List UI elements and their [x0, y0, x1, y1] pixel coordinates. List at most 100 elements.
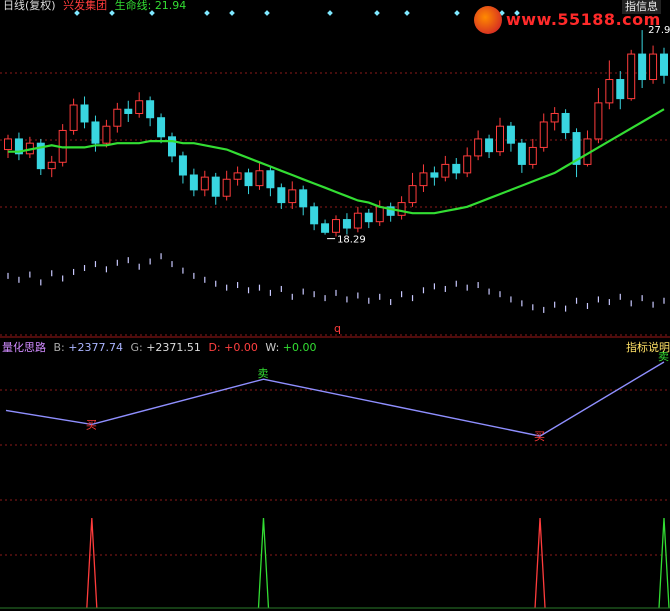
candle-body: [342, 219, 351, 229]
candle-body: [528, 146, 537, 165]
period-label[interactable]: 日线(复权): [3, 0, 56, 12]
candle[interactable]: [419, 164, 428, 192]
stock-name[interactable]: 兴发集团: [63, 0, 107, 12]
candle[interactable]: [649, 45, 658, 84]
candle-body: [605, 79, 614, 104]
candle[interactable]: [430, 166, 439, 186]
candle[interactable]: [157, 113, 166, 144]
candle[interactable]: [58, 124, 67, 167]
candle[interactable]: [528, 138, 537, 169]
w-label: W:: [265, 341, 280, 354]
watermark-badge: 指信息: [622, 0, 661, 14]
candle[interactable]: [321, 219, 330, 235]
indicator-doc-link[interactable]: 指标说明: [626, 339, 670, 355]
indicator-name[interactable]: 量化思路: [2, 341, 46, 354]
candle[interactable]: [200, 170, 209, 197]
indicator-panel[interactable]: 买卖买卖: [0, 350, 670, 609]
candle[interactable]: [638, 30, 647, 89]
signal-spike: [658, 517, 670, 609]
candle[interactable]: [496, 117, 504, 156]
sell-label: 卖: [257, 367, 268, 380]
signal-diamond: [454, 10, 460, 16]
candle[interactable]: [124, 100, 133, 122]
candle[interactable]: [474, 130, 483, 161]
candle-body: [255, 170, 264, 187]
candle[interactable]: [408, 172, 417, 207]
candle[interactable]: [386, 202, 395, 222]
candle[interactable]: [80, 96, 89, 129]
candle[interactable]: [539, 113, 548, 152]
candle-body: [485, 138, 494, 153]
candle[interactable]: [69, 98, 78, 135]
candle[interactable]: [660, 47, 668, 84]
candle[interactable]: [397, 196, 406, 220]
candle[interactable]: [4, 134, 12, 159]
candle[interactable]: [463, 147, 472, 178]
candle[interactable]: [550, 107, 559, 131]
candle-body: [496, 125, 504, 153]
candle[interactable]: [47, 155, 56, 178]
candle[interactable]: [572, 128, 581, 178]
chart-canvas[interactable]: 27.9318.29q 买卖买卖: [0, 0, 670, 611]
candle[interactable]: [583, 130, 592, 167]
candle-body: [616, 79, 625, 100]
candle[interactable]: [605, 60, 614, 110]
candle[interactable]: [102, 119, 111, 148]
candle[interactable]: [222, 170, 231, 201]
site-logo-icon: [474, 6, 502, 34]
candle[interactable]: [233, 166, 242, 186]
candle[interactable]: [14, 132, 23, 161]
candle[interactable]: [178, 151, 187, 184]
candle-body: [157, 117, 166, 138]
candle-body: [627, 53, 636, 100]
candle[interactable]: [364, 208, 373, 229]
ma-value: 21.94: [154, 0, 187, 12]
candle[interactable]: [310, 202, 319, 231]
candle[interactable]: [441, 155, 450, 182]
candle[interactable]: [353, 206, 362, 233]
candle[interactable]: [277, 183, 286, 209]
candle[interactable]: [36, 138, 45, 176]
candle[interactable]: [452, 158, 461, 180]
candle[interactable]: [616, 71, 625, 110]
b-value: +2377.74: [68, 341, 123, 354]
candle[interactable]: [168, 132, 176, 163]
candle-body: [310, 206, 319, 225]
indicator-header: 量化思路 B: +2377.74 G: +2371.51 D: +0.00 W:…: [2, 339, 317, 355]
candle[interactable]: [189, 168, 198, 197]
candle-body: [375, 206, 384, 223]
candle[interactable]: [135, 92, 144, 118]
candle-body: [233, 172, 242, 180]
candle[interactable]: [561, 109, 570, 139]
candle-body: [397, 202, 406, 216]
ma-label: 生命线: [114, 0, 148, 12]
candle[interactable]: [485, 134, 494, 159]
candle[interactable]: [255, 162, 264, 190]
g-label: G:: [130, 341, 143, 354]
candle[interactable]: [627, 49, 636, 101]
candle[interactable]: [375, 200, 384, 226]
candle-body: [266, 170, 275, 189]
candle[interactable]: [342, 213, 351, 235]
candle[interactable]: [332, 215, 340, 237]
candle[interactable]: [25, 136, 34, 159]
candlestick-series[interactable]: [4, 30, 668, 237]
candle[interactable]: [288, 181, 297, 209]
candle[interactable]: [266, 166, 275, 197]
candle-body: [211, 176, 220, 197]
candle[interactable]: [517, 138, 526, 173]
candle[interactable]: [594, 88, 603, 144]
candle[interactable]: [506, 121, 515, 152]
candle[interactable]: [146, 96, 155, 127]
candle-body: [649, 53, 658, 81]
candle[interactable]: [113, 102, 122, 133]
candle-body: [168, 136, 176, 157]
candle-body: [419, 172, 428, 187]
volume-bars: [7, 253, 665, 313]
candle[interactable]: [299, 185, 308, 216]
b-label: B:: [53, 341, 65, 354]
signal-diamond: [264, 10, 270, 16]
candle-body: [244, 172, 253, 187]
candle[interactable]: [211, 172, 220, 205]
candle[interactable]: [244, 168, 253, 195]
